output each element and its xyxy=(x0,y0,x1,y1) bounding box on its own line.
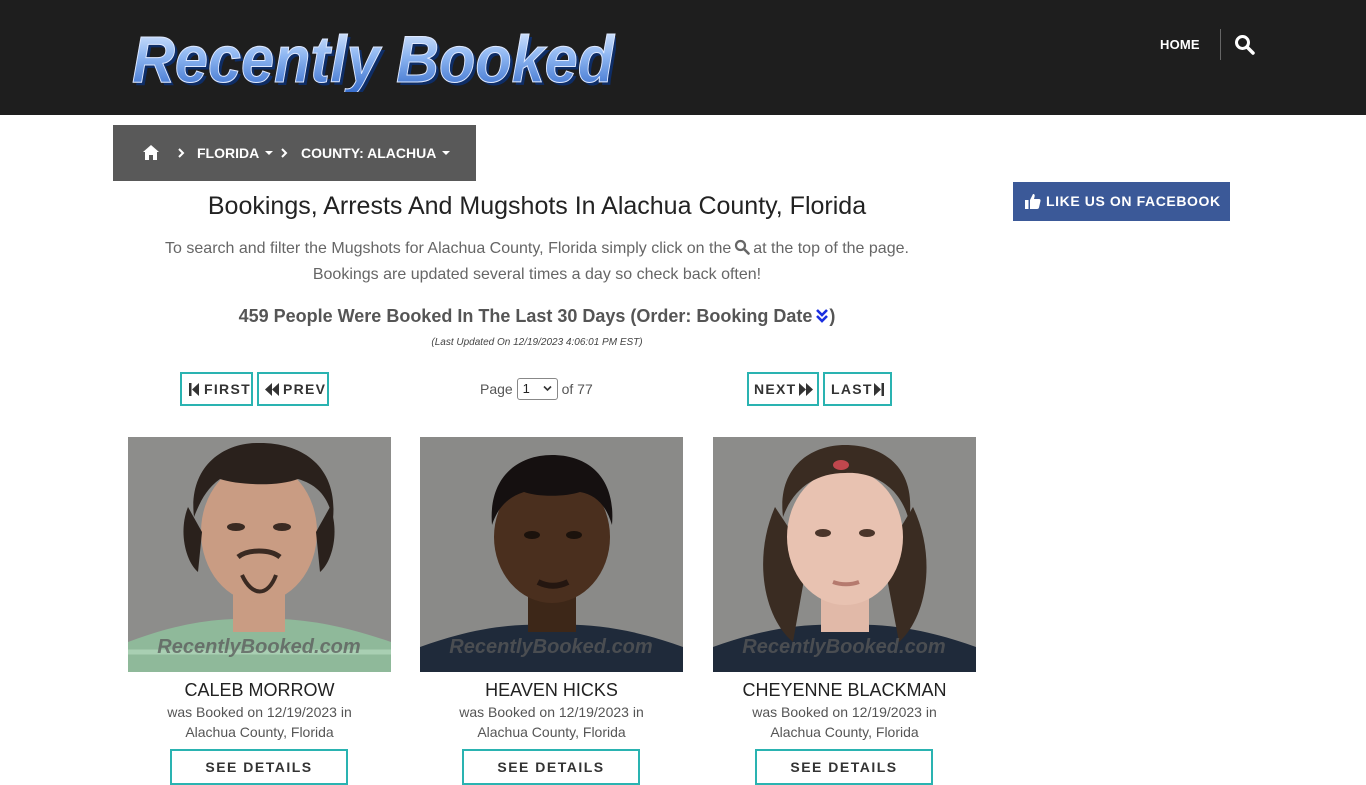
intro-text: To search and filter the Mugshots for Al… xyxy=(113,236,961,288)
breadcrumb: FLORIDA COUNTY: ALACHUA xyxy=(113,125,476,181)
booking-location: Alachua County, Florida xyxy=(770,724,919,740)
see-details-button[interactable]: SEE DETAILS xyxy=(170,749,348,785)
last-page-button[interactable]: LAST xyxy=(823,372,892,406)
search-icon[interactable] xyxy=(1234,34,1256,56)
next-page-button[interactable]: NEXT xyxy=(747,372,819,406)
breadcrumb-florida-label: FLORIDA xyxy=(197,145,260,161)
nav-home-link[interactable]: HOME xyxy=(1160,35,1200,55)
booking-location: Alachua County, Florida xyxy=(477,724,626,740)
see-details-button[interactable]: SEE DETAILS xyxy=(462,749,640,785)
watermark-text: RecentlyBooked.com xyxy=(742,636,945,658)
fast-forward-icon xyxy=(799,383,813,396)
nav-divider xyxy=(1220,29,1221,60)
booking-date-line: was Booked on 12/19/2023 in xyxy=(752,704,937,720)
prev-label: PREV xyxy=(283,381,327,397)
chevron-right-icon xyxy=(280,146,288,158)
booking-name: CHEYENNE BLACKMAN xyxy=(742,680,947,700)
page-select[interactable]: 1 xyxy=(516,378,558,400)
breadcrumb-county-label: COUNTY: ALACHUA xyxy=(301,145,437,161)
site-logo[interactable]: Recently Booked Recently Booked xyxy=(126,18,617,93)
intro-text-part2: at the top of the page. xyxy=(753,240,909,257)
prev-page-button[interactable]: PREV xyxy=(257,372,329,406)
booking-name: CALEB MORROW xyxy=(184,680,335,700)
intro-text-line2: Bookings are updated several times a day… xyxy=(312,266,762,283)
booking-count: 459 People Were Booked In The Last 30 Da… xyxy=(113,303,961,329)
skip-back-icon xyxy=(189,383,199,396)
page-of-label: of 77 xyxy=(561,381,593,397)
facebook-like-label: LIKE US ON FACEBOOK xyxy=(1046,193,1221,209)
chevron-right-icon xyxy=(177,146,185,158)
page-select-value: 1 xyxy=(522,381,530,396)
home-icon[interactable] xyxy=(142,144,160,161)
first-label: FIRST xyxy=(204,381,251,397)
breadcrumb-county[interactable]: COUNTY: ALACHUA xyxy=(301,144,451,162)
site-header: Recently Booked Recently Booked HOME xyxy=(0,0,1366,115)
page-title: Bookings, Arrests And Mugshots In Alachu… xyxy=(207,192,867,220)
caret-down-icon xyxy=(265,151,274,156)
mugshot-photo[interactable]: RecentlyBooked.com xyxy=(128,437,391,672)
skip-forward-icon xyxy=(874,383,884,396)
first-page-button[interactable]: FIRST xyxy=(180,372,253,406)
caret-down-icon xyxy=(442,151,451,156)
breadcrumb-florida[interactable]: FLORIDA xyxy=(197,144,274,162)
booking-count-text: 459 People Were Booked In The Last 30 Da… xyxy=(238,306,813,326)
chevron-down-icon xyxy=(543,385,552,392)
mugshot-photo[interactable]: RecentlyBooked.com xyxy=(420,437,683,672)
facebook-like-button[interactable]: LIKE US ON FACEBOOK xyxy=(1013,182,1230,221)
see-details-button[interactable]: SEE DETAILS xyxy=(755,749,933,785)
intro-text-part1: To search and filter the Mugshots for Al… xyxy=(165,240,732,257)
page-label: Page xyxy=(480,381,513,397)
booking-location: Alachua County, Florida xyxy=(185,724,334,740)
logo-text-face: Recently Booked xyxy=(132,22,616,92)
rewind-icon xyxy=(265,383,279,396)
thumbs-up-icon xyxy=(1025,194,1041,209)
booking-name: HEAVEN HICKS xyxy=(485,680,618,700)
watermark-text: RecentlyBooked.com xyxy=(157,636,360,658)
search-icon xyxy=(734,238,751,255)
booking-date-line: was Booked on 12/19/2023 in xyxy=(459,704,644,720)
next-label: NEXT xyxy=(754,381,797,397)
booking-count-close: ) xyxy=(829,306,836,326)
last-label: LAST xyxy=(831,381,873,397)
booking-date-line: was Booked on 12/19/2023 in xyxy=(167,704,352,720)
mugshot-photo[interactable]: RecentlyBooked.com xyxy=(713,437,976,672)
watermark-text: RecentlyBooked.com xyxy=(449,636,652,658)
last-updated: (Last Updated On 12/19/2023 4:06:01 PM E… xyxy=(431,337,643,348)
page-indicator: Page 1 of 77 xyxy=(480,378,593,400)
double-chevron-down-icon[interactable] xyxy=(815,305,829,323)
